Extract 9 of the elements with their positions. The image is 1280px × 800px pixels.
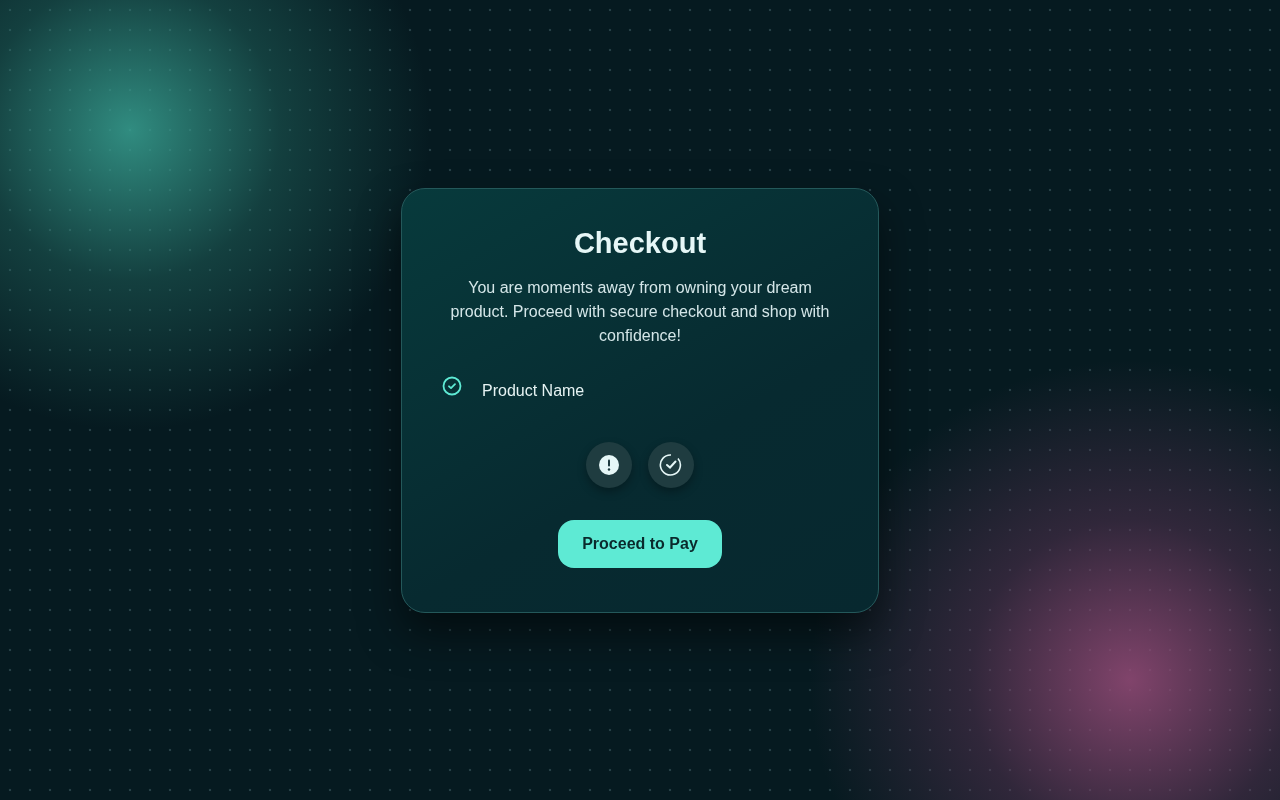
alert-icon bbox=[598, 453, 620, 476]
alert-button[interactable] bbox=[586, 441, 632, 488]
check-button[interactable] bbox=[648, 441, 694, 488]
proceed-button[interactable]: Proceed to Pay bbox=[558, 519, 722, 568]
card-description: You are moments away from owning your dream product. Proceed with secure checkout and shop with confidence! bbox=[449, 277, 831, 346]
check-circle-icon bbox=[659, 452, 683, 477]
check-circle-icon bbox=[442, 375, 462, 396]
product-name: Product Name bbox=[482, 381, 585, 400]
card-title: Checkout bbox=[573, 226, 707, 260]
